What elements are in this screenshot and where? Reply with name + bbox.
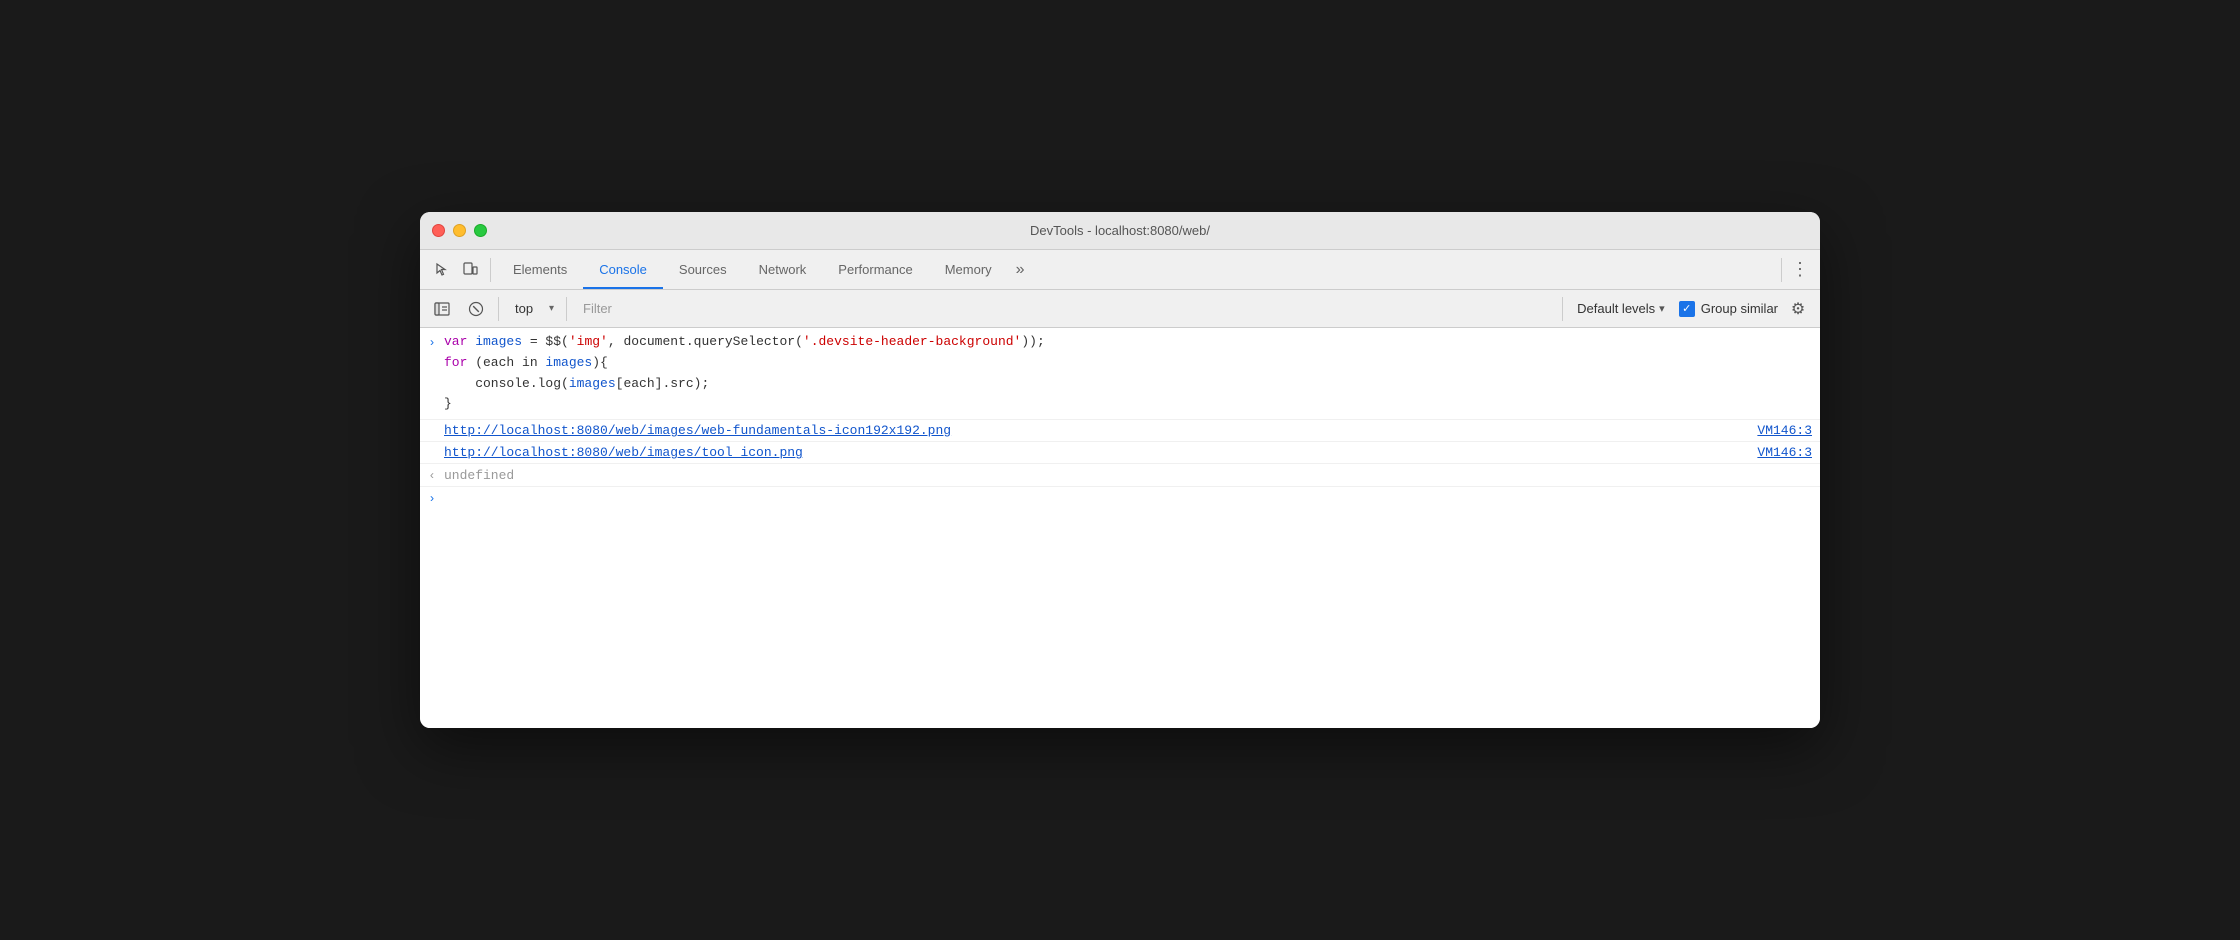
undefined-value: undefined bbox=[444, 468, 514, 483]
console-input-prompt: › bbox=[420, 492, 444, 506]
cursor-icon bbox=[434, 262, 450, 278]
console-undefined-row: ‹ undefined bbox=[420, 464, 1820, 487]
devtools-menu-button[interactable]: ⋮ bbox=[1788, 256, 1812, 284]
titlebar: DevTools - localhost:8080/web/ bbox=[420, 212, 1820, 250]
toolbar-divider-2 bbox=[1781, 258, 1782, 282]
group-similar-checkbox[interactable]: ✓ bbox=[1679, 301, 1695, 317]
settings-icon: ⚙ bbox=[1791, 299, 1805, 319]
console-toolbar: top ▾ Default levels ▾ ✓ Group similar ⚙ bbox=[420, 290, 1820, 328]
console-link-source-1[interactable]: VM146:3 bbox=[1757, 423, 1812, 438]
filter-input[interactable] bbox=[575, 297, 1556, 320]
devtools-window: DevTools - localhost:8080/web/ Elements … bbox=[420, 212, 1820, 728]
default-levels-label: Default levels bbox=[1577, 301, 1655, 316]
tabs-toolbar: Elements Console Sources Network Perform… bbox=[420, 250, 1820, 290]
device-icon bbox=[462, 262, 478, 278]
console-code-entry: › var images = $$('img', document.queryS… bbox=[420, 328, 1820, 420]
inspect-element-button[interactable] bbox=[428, 256, 456, 284]
code-line-3: console.log(images[each].src); bbox=[444, 374, 1812, 395]
console-link-source-2[interactable]: VM146:3 bbox=[1757, 445, 1812, 460]
tab-console[interactable]: Console bbox=[583, 250, 663, 289]
console-content: › var images = $$('img', document.queryS… bbox=[420, 328, 1820, 728]
tab-memory[interactable]: Memory bbox=[929, 250, 1008, 289]
more-tabs-button[interactable]: » bbox=[1008, 250, 1033, 289]
context-select-wrapper[interactable]: top ▾ bbox=[507, 297, 558, 320]
traffic-lights bbox=[432, 224, 487, 237]
console-link-2[interactable]: http://localhost:8080/web/images/tool_ic… bbox=[444, 445, 1757, 460]
console-prompt-icon: › bbox=[420, 332, 444, 353]
console-result-icon: ‹ bbox=[420, 467, 444, 483]
tab-sources[interactable]: Sources bbox=[663, 250, 743, 289]
toolbar-divider-1 bbox=[490, 258, 491, 282]
tab-network[interactable]: Network bbox=[743, 250, 823, 289]
group-similar-label: Group similar bbox=[1701, 301, 1778, 316]
console-input[interactable] bbox=[444, 491, 1812, 506]
console-toolbar-divider-2 bbox=[566, 297, 567, 321]
console-link-row-1: http://localhost:8080/web/images/web-fun… bbox=[420, 420, 1820, 442]
console-input-row: › bbox=[420, 487, 1820, 510]
tab-performance[interactable]: Performance bbox=[822, 250, 928, 289]
close-button[interactable] bbox=[432, 224, 445, 237]
device-toggle-button[interactable] bbox=[456, 256, 484, 284]
tab-list: Elements Console Sources Network Perform… bbox=[497, 250, 1775, 289]
console-toolbar-divider-3 bbox=[1562, 297, 1563, 321]
default-levels-button[interactable]: Default levels ▾ bbox=[1569, 301, 1673, 316]
context-select[interactable]: top bbox=[507, 297, 558, 320]
levels-arrow-icon: ▾ bbox=[1659, 302, 1665, 315]
console-code-block: var images = $$('img', document.querySel… bbox=[444, 332, 1812, 415]
clear-console-button[interactable] bbox=[462, 295, 490, 323]
tab-elements[interactable]: Elements bbox=[497, 250, 583, 289]
code-line-1: var images = $$('img', document.querySel… bbox=[444, 332, 1812, 353]
console-link-1[interactable]: http://localhost:8080/web/images/web-fun… bbox=[444, 423, 1757, 438]
maximize-button[interactable] bbox=[474, 224, 487, 237]
code-line-2: for (each in images){ bbox=[444, 353, 1812, 374]
settings-button[interactable]: ⚙ bbox=[1784, 295, 1812, 323]
window-title: DevTools - localhost:8080/web/ bbox=[1030, 223, 1210, 238]
code-line-4: } bbox=[444, 394, 1812, 415]
sidebar-toggle-icon bbox=[434, 301, 450, 317]
clear-icon bbox=[468, 301, 484, 317]
minimize-button[interactable] bbox=[453, 224, 466, 237]
sidebar-toggle-button[interactable] bbox=[428, 295, 456, 323]
console-link-row-2: http://localhost:8080/web/images/tool_ic… bbox=[420, 442, 1820, 464]
console-toolbar-divider-1 bbox=[498, 297, 499, 321]
